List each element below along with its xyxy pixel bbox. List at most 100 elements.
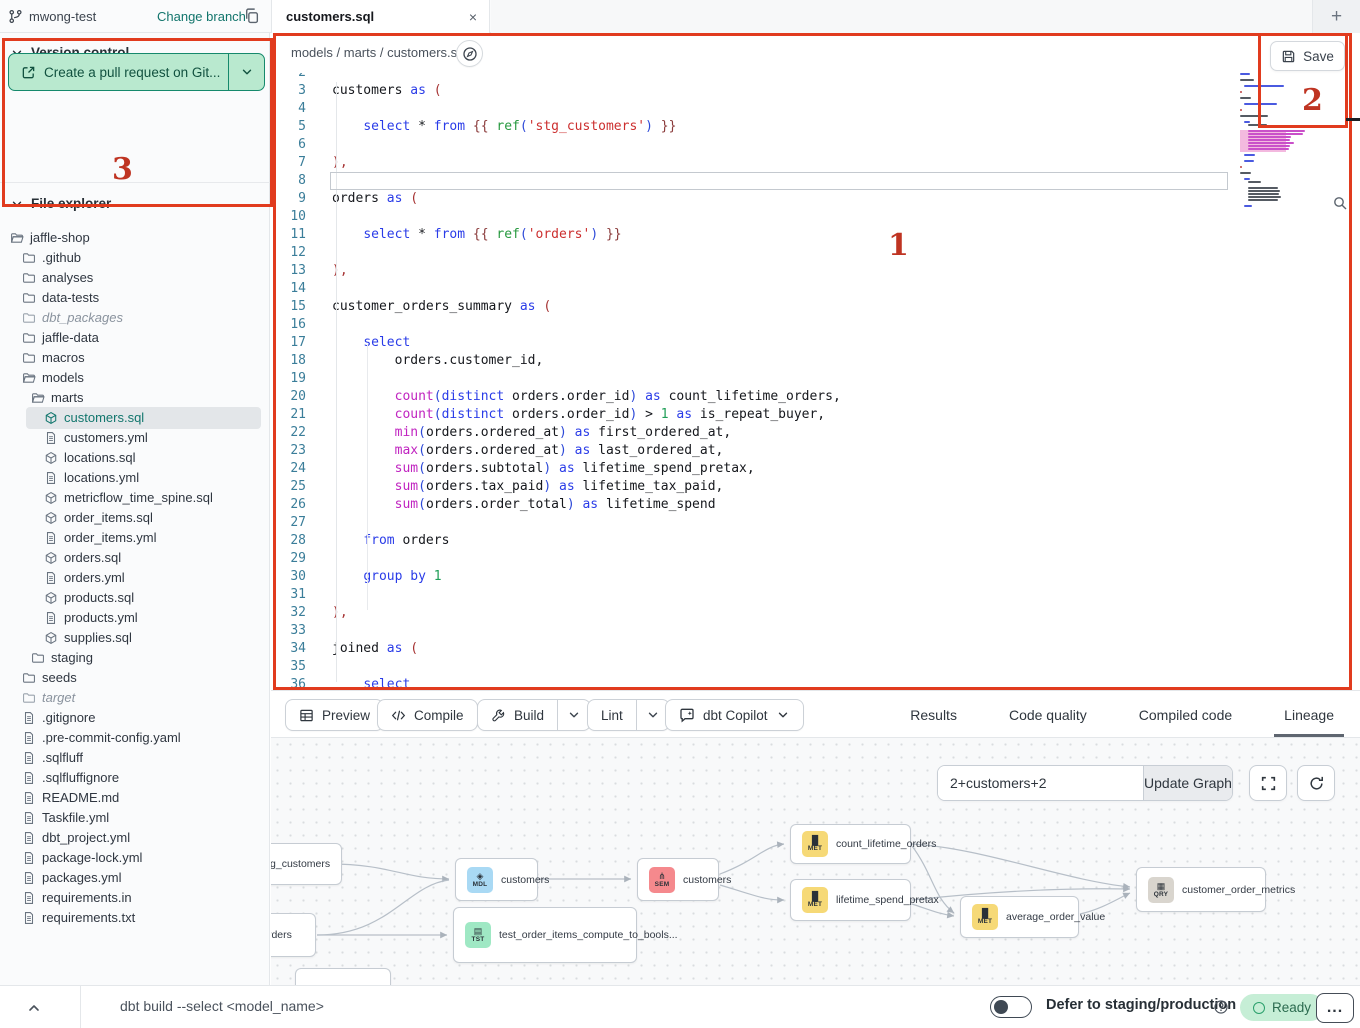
save-button[interactable]: Save bbox=[1270, 41, 1345, 71]
pr-button-dropdown[interactable] bbox=[228, 54, 264, 90]
code-line-6[interactable]: 6 bbox=[271, 136, 1360, 154]
lineage-node-customer-order-metrics[interactable]: ▦QRYcustomer_order_metrics bbox=[1136, 867, 1266, 912]
tree-item-orders-yml[interactable]: orders.yml bbox=[0, 568, 270, 588]
preview-button[interactable]: Preview bbox=[285, 699, 384, 731]
tree-item-package-lock-yml[interactable]: package-lock.yml bbox=[0, 848, 270, 868]
tree-item-products-sql[interactable]: products.sql bbox=[0, 588, 270, 608]
tree-item-order-items-sql[interactable]: order_items.sql bbox=[0, 508, 270, 528]
code-line-2[interactable]: 2 bbox=[271, 73, 1360, 82]
code-line-33[interactable]: 33 bbox=[271, 622, 1360, 640]
tree-item-readme-md[interactable]: README.md bbox=[0, 788, 270, 808]
tab-code-quality[interactable]: Code quality bbox=[983, 691, 1113, 738]
tree-item-metricflow-time-spine-sql[interactable]: metricflow_time_spine.sql bbox=[0, 488, 270, 508]
code-line-16[interactable]: 16 bbox=[271, 316, 1360, 334]
tree-item-analyses[interactable]: analyses bbox=[0, 268, 270, 288]
lint-button[interactable]: Lint bbox=[587, 699, 670, 731]
fullscreen-button[interactable] bbox=[1249, 765, 1287, 801]
code-line-35[interactable]: 35 bbox=[271, 658, 1360, 676]
tree-item-jaffle-shop[interactable]: jaffle-shop bbox=[0, 228, 270, 248]
code-line-15[interactable]: 15customer_orders_summary as ( bbox=[271, 298, 1360, 316]
code-line-31[interactable]: 31 bbox=[271, 586, 1360, 604]
tree-item-dbt-packages[interactable]: dbt_packages bbox=[0, 308, 270, 328]
ready-status-badge[interactable]: Ready bbox=[1240, 994, 1324, 1021]
panel-resize-handle[interactable] bbox=[1346, 118, 1360, 121]
editor-minimap[interactable] bbox=[1232, 73, 1332, 207]
tree-item--sqlfluffignore[interactable]: .sqlfluffignore bbox=[0, 768, 270, 788]
tree-item--pre-commit-config-yaml[interactable]: .pre-commit-config.yaml bbox=[0, 728, 270, 748]
code-line-25[interactable]: 25 sum(orders.tax_paid) as lifetime_tax_… bbox=[271, 478, 1360, 496]
defer-toggle[interactable] bbox=[990, 996, 1032, 1018]
tree-item--gitignore[interactable]: .gitignore bbox=[0, 708, 270, 728]
more-options-button[interactable]: ... bbox=[1316, 993, 1354, 1023]
tab-customers-sql[interactable]: customers.sql × bbox=[271, 0, 490, 33]
copilot-compass-button[interactable] bbox=[456, 40, 483, 67]
build-dropdown[interactable] bbox=[558, 700, 590, 730]
tree-item-customers-sql[interactable]: customers.sql bbox=[0, 408, 270, 428]
tree-item-packages-yml[interactable]: packages.yml bbox=[0, 868, 270, 888]
code-line-10[interactable]: 10 bbox=[271, 208, 1360, 226]
code-line-19[interactable]: 19 bbox=[271, 370, 1360, 388]
tab-results[interactable]: Results bbox=[884, 691, 983, 738]
tree-item--sqlfluff[interactable]: .sqlfluff bbox=[0, 748, 270, 768]
lineage-node-test-order-items-compute-to-bools-[interactable]: ▤TSTtest_order_items_compute_to_bools... bbox=[453, 907, 637, 963]
lint-dropdown[interactable] bbox=[637, 700, 669, 730]
tree-item-dbt-project-yml[interactable]: dbt_project.yml bbox=[0, 828, 270, 848]
tree-item-models[interactable]: models bbox=[0, 368, 270, 388]
lineage-node-average-order-value[interactable]: ▐▌METaverage_order_value bbox=[960, 896, 1079, 938]
code-line-5[interactable]: 5 select * from {{ ref('stg_customers') … bbox=[271, 118, 1360, 136]
tree-item-macros[interactable]: macros bbox=[0, 348, 270, 368]
tree-item-staging[interactable]: staging bbox=[0, 648, 270, 668]
update-graph-button[interactable]: Update Graph bbox=[1143, 766, 1232, 800]
search-icon[interactable] bbox=[1332, 194, 1348, 212]
code-line-9[interactable]: 9orders as ( bbox=[271, 190, 1360, 208]
tree-item-products-yml[interactable]: products.yml bbox=[0, 608, 270, 628]
dbt-copilot-button[interactable]: dbt Copilot bbox=[665, 699, 804, 731]
lineage-node-partial[interactable] bbox=[295, 968, 391, 985]
code-line-14[interactable]: 14 bbox=[271, 280, 1360, 298]
code-line-13[interactable]: 13), bbox=[271, 262, 1360, 280]
code-line-36[interactable]: 36 select bbox=[271, 676, 1360, 690]
code-line-30[interactable]: 30 group by 1 bbox=[271, 568, 1360, 586]
tree-item-seeds[interactable]: seeds bbox=[0, 668, 270, 688]
code-editor[interactable]: 23customers as (45 select * from {{ ref(… bbox=[271, 73, 1360, 690]
code-line-32[interactable]: 32), bbox=[271, 604, 1360, 622]
new-tab-button[interactable]: + bbox=[1312, 0, 1360, 33]
code-line-22[interactable]: 22 min(orders.ordered_at) as first_order… bbox=[271, 424, 1360, 442]
change-branch-link[interactable]: Change branch bbox=[157, 0, 246, 33]
lineage-node-orders[interactable]: orders bbox=[271, 913, 316, 957]
tree-item-data-tests[interactable]: data-tests bbox=[0, 288, 270, 308]
code-line-34[interactable]: 34joined as ( bbox=[271, 640, 1360, 658]
lineage-node-customers[interactable]: ⋔SEMcustomers bbox=[637, 858, 719, 901]
tree-item-target[interactable]: target bbox=[0, 688, 270, 708]
tree-item-marts[interactable]: marts bbox=[0, 388, 270, 408]
code-line-7[interactable]: 7), bbox=[271, 154, 1360, 172]
tree-item-order-items-yml[interactable]: order_items.yml bbox=[0, 528, 270, 548]
tab-compiled-code[interactable]: Compiled code bbox=[1113, 691, 1258, 738]
lineage-node-stg-customers[interactable]: stg_customers bbox=[271, 843, 342, 885]
code-line-20[interactable]: 20 count(distinct orders.order_id) as co… bbox=[271, 388, 1360, 406]
code-line-26[interactable]: 26 sum(orders.order_total) as lifetime_s… bbox=[271, 496, 1360, 514]
code-line-4[interactable]: 4 bbox=[271, 100, 1360, 118]
tab-lineage[interactable]: Lineage bbox=[1258, 691, 1360, 738]
lineage-node-customers[interactable]: ◈MDLcustomers bbox=[455, 858, 538, 901]
tree-item-customers-yml[interactable]: customers.yml bbox=[0, 428, 270, 448]
build-button[interactable]: Build bbox=[477, 699, 591, 731]
code-line-29[interactable]: 29 bbox=[271, 550, 1360, 568]
code-line-28[interactable]: 28 from orders bbox=[271, 532, 1360, 550]
tab-close-icon[interactable]: × bbox=[469, 9, 477, 25]
code-line-23[interactable]: 23 max(orders.ordered_at) as last_ordere… bbox=[271, 442, 1360, 460]
lineage-selector-input[interactable] bbox=[938, 766, 1143, 800]
tree-item-locations-yml[interactable]: locations.yml bbox=[0, 468, 270, 488]
lineage-node-count-lifetime-orders[interactable]: ▐▌METcount_lifetime_orders bbox=[790, 824, 911, 864]
code-line-21[interactable]: 21 count(distinct orders.order_id) > 1 a… bbox=[271, 406, 1360, 424]
code-line-3[interactable]: 3customers as ( bbox=[271, 82, 1360, 100]
code-line-27[interactable]: 27 bbox=[271, 514, 1360, 532]
copy-icon[interactable] bbox=[243, 7, 260, 25]
code-line-17[interactable]: 17 select bbox=[271, 334, 1360, 352]
tree-item-jaffle-data[interactable]: jaffle-data bbox=[0, 328, 270, 348]
tree-item-supplies-sql[interactable]: supplies.sql bbox=[0, 628, 270, 648]
tree-item-locations-sql[interactable]: locations.sql bbox=[0, 448, 270, 468]
refresh-button[interactable] bbox=[1297, 765, 1335, 801]
code-line-11[interactable]: 11 select * from {{ ref('orders') }} bbox=[271, 226, 1360, 244]
file-explorer-header[interactable]: File explorer bbox=[0, 188, 270, 219]
